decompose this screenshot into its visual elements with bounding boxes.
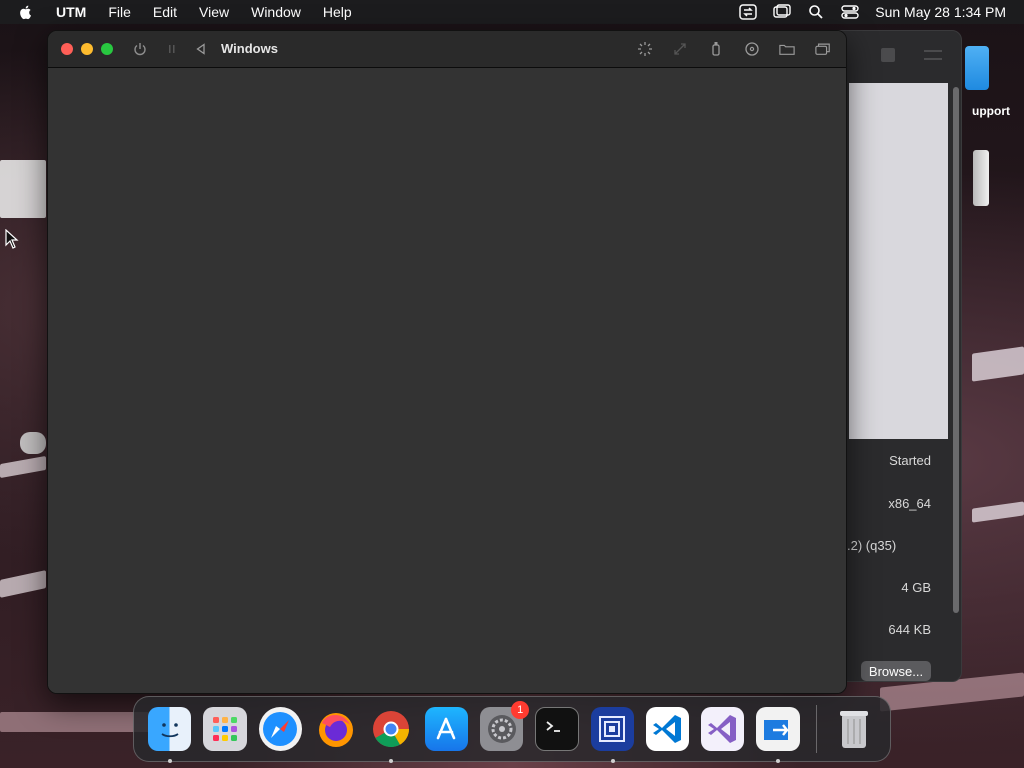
resize-icon[interactable]	[672, 41, 688, 57]
spotlight-search-icon[interactable]	[807, 4, 825, 20]
minimize-window-button[interactable]	[81, 43, 93, 55]
menu-view[interactable]: View	[199, 4, 229, 20]
close-window-button[interactable]	[61, 43, 73, 55]
migration-assistant-icon[interactable]	[756, 707, 800, 763]
disc-drive-icon[interactable]	[744, 41, 760, 57]
stop-icon[interactable]	[881, 48, 895, 62]
browse-button[interactable]: Browse...	[861, 661, 931, 681]
trash-icon[interactable]	[833, 707, 876, 751]
dock: 1	[133, 696, 891, 763]
launchpad-icon[interactable]	[203, 707, 247, 751]
vm-preview	[849, 83, 948, 439]
utm-icon[interactable]	[590, 707, 634, 763]
menu-file[interactable]: File	[108, 4, 131, 20]
vm-window: Windows	[47, 30, 847, 694]
menubar-clock[interactable]: Sun May 28 1:34 PM	[875, 4, 1006, 20]
vm-display[interactable]	[48, 68, 846, 693]
vm-titlebar[interactable]: Windows	[48, 31, 846, 68]
menu-help[interactable]: Help	[323, 4, 352, 20]
pause-icon[interactable]	[164, 41, 180, 57]
zoom-window-button[interactable]	[101, 43, 113, 55]
menu-edit[interactable]: Edit	[153, 4, 177, 20]
migration-status-icon[interactable]	[739, 4, 757, 20]
visual-studio-icon[interactable]	[701, 707, 745, 751]
power-icon[interactable]	[132, 41, 148, 57]
settings-sliders-icon[interactable]	[924, 50, 942, 60]
chrome-icon[interactable]	[369, 707, 412, 763]
safari-icon[interactable]	[258, 707, 302, 751]
app-store-icon[interactable]	[424, 707, 468, 751]
vscode-icon[interactable]	[645, 707, 690, 751]
system-settings-icon[interactable]: 1	[479, 701, 530, 751]
notification-badge: 1	[511, 701, 530, 719]
shared-folder-icon[interactable]	[779, 41, 795, 57]
brightness-icon[interactable]	[637, 41, 653, 57]
dock-separator	[815, 705, 817, 753]
scrollbar[interactable]	[953, 87, 959, 613]
usb-icon[interactable]	[708, 41, 724, 57]
control-center-icon[interactable]	[841, 4, 859, 20]
windows-icon[interactable]	[815, 41, 831, 57]
vm-size-value: 644 KB	[888, 622, 931, 637]
back-icon[interactable]	[193, 41, 209, 57]
terminal-icon[interactable]	[535, 707, 579, 751]
desktop-item-label[interactable]: upport	[972, 104, 1010, 118]
screen-mirroring-icon[interactable]	[773, 4, 791, 20]
drive-icon[interactable]	[973, 150, 989, 206]
apple-menu-icon[interactable]	[18, 4, 34, 20]
firefox-icon[interactable]	[314, 707, 357, 751]
menu-app-name[interactable]: UTM	[56, 4, 86, 20]
menu-window[interactable]: Window	[251, 4, 301, 20]
mouse-cursor-icon	[5, 229, 19, 249]
vm-status-value: Started	[889, 453, 931, 468]
vm-architecture-value: x86_64	[888, 496, 931, 511]
finder-icon[interactable]	[148, 707, 192, 763]
vm-window-title: Windows	[221, 41, 278, 56]
vm-memory-value: 4 GB	[901, 580, 931, 595]
menu-bar: UTM File Edit View Window Help Sun May 2…	[0, 0, 1024, 24]
folder-icon[interactable]	[965, 46, 989, 90]
